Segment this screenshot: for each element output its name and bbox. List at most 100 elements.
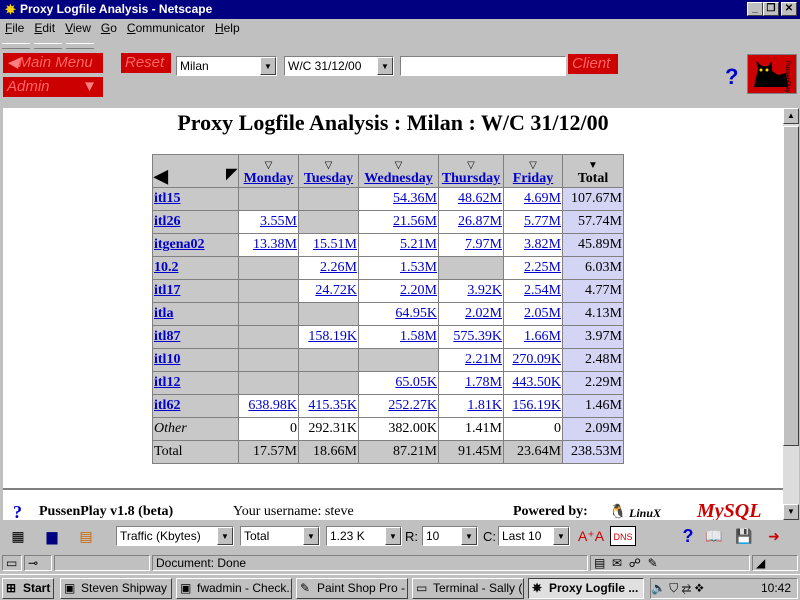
value-link[interactable]: 2.05M bbox=[524, 306, 561, 321]
value-link[interactable]: 2.02M bbox=[465, 306, 502, 321]
task-fwadmin[interactable]: ▣ fwadmin - Check... bbox=[176, 578, 292, 599]
value-link[interactable]: 2.54M bbox=[524, 283, 561, 298]
value-link[interactable]: 5.21M bbox=[400, 237, 437, 252]
column-total[interactable]: ▼ Total bbox=[563, 155, 623, 187]
font-size-icon[interactable]: A⁺A bbox=[578, 526, 604, 546]
column-tuesday[interactable]: ▽ Tuesday bbox=[299, 155, 358, 187]
host-link[interactable]: itl87 bbox=[154, 329, 180, 344]
menu-edit[interactable]: Edit bbox=[29, 19, 60, 37]
value-link[interactable]: 15.51M bbox=[313, 237, 357, 252]
mail-icon[interactable]: ✉ bbox=[612, 556, 622, 570]
value-link[interactable]: 1.78M bbox=[465, 375, 502, 390]
value-link[interactable]: 26.87M bbox=[458, 214, 502, 229]
rows-select[interactable]: 10 ▼ bbox=[422, 526, 478, 546]
exit-icon[interactable]: ➜ bbox=[764, 526, 784, 546]
menu-file[interactable]: File bbox=[0, 19, 29, 37]
metric-select[interactable]: Traffic (Kbytes) ▼ bbox=[116, 526, 234, 546]
column-monday[interactable]: ▽ Monday bbox=[239, 155, 298, 187]
bar-chart-icon[interactable]: ▆ bbox=[42, 526, 62, 546]
host-link[interactable]: itl26 bbox=[154, 214, 180, 229]
value-link[interactable]: 54.36M bbox=[393, 191, 437, 206]
minimize-button[interactable]: _ bbox=[747, 2, 763, 16]
resize-icon[interactable]: ◢ bbox=[752, 555, 798, 571]
value-link[interactable]: 2.25M bbox=[524, 260, 561, 275]
diagonal-arrow-icon[interactable]: ◤ bbox=[226, 166, 237, 183]
host-link[interactable]: itla bbox=[154, 306, 173, 321]
composer-icon[interactable]: ✎ bbox=[648, 556, 658, 570]
aggregate-select[interactable]: Total ▼ bbox=[240, 526, 320, 546]
client-input[interactable] bbox=[400, 56, 566, 76]
value-link[interactable]: 1.66M bbox=[524, 329, 561, 344]
value-link[interactable]: 3.92K bbox=[467, 283, 502, 298]
tray-app-icon[interactable]: ❖ bbox=[695, 581, 704, 595]
host-link[interactable]: itl12 bbox=[154, 375, 180, 390]
column-wednesday[interactable]: ▽ Wednesday bbox=[359, 155, 438, 187]
host-link[interactable]: itl17 bbox=[154, 283, 180, 298]
threshold-select[interactable]: 1.23 K ▼ bbox=[326, 526, 402, 546]
scroll-thumb[interactable] bbox=[783, 126, 799, 446]
value-link[interactable]: 3.55M bbox=[260, 214, 297, 229]
value-link[interactable]: 415.35K bbox=[308, 398, 357, 413]
volume-icon[interactable]: 🔈 bbox=[651, 581, 666, 595]
value-link[interactable]: 7.97M bbox=[465, 237, 502, 252]
start-button[interactable]: ⊞ Start bbox=[2, 578, 54, 599]
value-link[interactable]: 158.19K bbox=[308, 329, 357, 344]
host-link[interactable]: itl15 bbox=[154, 191, 180, 206]
value-link[interactable]: 1.81K bbox=[467, 398, 502, 413]
maximize-button[interactable]: ❐ bbox=[763, 2, 779, 16]
help-icon[interactable]: ? bbox=[13, 502, 22, 520]
value-link[interactable]: 443.50K bbox=[512, 375, 561, 390]
value-link[interactable]: 24.72K bbox=[315, 283, 357, 298]
table-view-icon[interactable]: ▦ bbox=[8, 526, 28, 546]
host-link[interactable]: 10.2 bbox=[154, 260, 179, 275]
book-icon[interactable]: 📖 bbox=[704, 526, 724, 546]
help-icon[interactable]: ? bbox=[725, 64, 738, 90]
security-icon[interactable]: ▭ bbox=[2, 555, 22, 571]
menu-help[interactable]: Help bbox=[210, 19, 245, 37]
value-link[interactable]: 2.21M bbox=[465, 352, 502, 367]
value-link[interactable]: 638.98K bbox=[248, 398, 297, 413]
value-link[interactable]: 252.27K bbox=[388, 398, 437, 413]
value-link[interactable]: 21.56M bbox=[393, 214, 437, 229]
value-link[interactable]: 1.58M bbox=[400, 329, 437, 344]
value-link[interactable]: 1.53M bbox=[400, 260, 437, 275]
value-link[interactable]: 2.20M bbox=[400, 283, 437, 298]
antivirus-icon[interactable]: ⛉ bbox=[669, 581, 678, 595]
client-button[interactable]: Client bbox=[568, 54, 618, 74]
groups-icon[interactable]: ☍ bbox=[629, 556, 641, 570]
value-link[interactable]: 13.38M bbox=[253, 237, 297, 252]
column-thursday[interactable]: ▽ Thursday bbox=[439, 155, 503, 187]
stacked-chart-icon[interactable]: ▤ bbox=[76, 526, 96, 546]
scroll-down-icon[interactable]: ▼ bbox=[783, 504, 799, 520]
left-arrow-icon[interactable]: ◀ bbox=[154, 166, 168, 186]
value-link[interactable]: 270.09K bbox=[512, 352, 561, 367]
help-icon[interactable]: ? bbox=[678, 526, 698, 546]
network-icon[interactable]: ⇄ bbox=[682, 581, 692, 595]
save-icon[interactable]: 💾 bbox=[734, 526, 754, 546]
value-link[interactable]: 3.82M bbox=[524, 237, 561, 252]
task-terminal[interactable]: ▭ Terminal - Sally (... bbox=[412, 578, 524, 599]
value-link[interactable]: 156.19K bbox=[512, 398, 561, 413]
value-link[interactable]: 48.62M bbox=[458, 191, 502, 206]
host-link[interactable]: itgena02 bbox=[154, 237, 205, 252]
menu-go[interactable]: Go bbox=[96, 19, 122, 37]
value-link[interactable]: 64.95K bbox=[395, 306, 437, 321]
value-link[interactable]: 65.05K bbox=[395, 375, 437, 390]
toolbar-grip[interactable] bbox=[0, 38, 130, 49]
task-steven-shipway[interactable]: ▣ Steven Shipway ... bbox=[60, 578, 172, 599]
value-link[interactable]: 575.39K bbox=[453, 329, 502, 344]
menu-communicator[interactable]: Communicator bbox=[122, 19, 210, 37]
host-link[interactable]: itl62 bbox=[154, 398, 180, 413]
reset-button[interactable]: Reset bbox=[121, 53, 171, 73]
site-select[interactable]: Milan ▼ bbox=[176, 56, 277, 76]
close-button[interactable]: ✕ bbox=[781, 2, 797, 16]
admin-button[interactable]: Admin ▼ bbox=[3, 77, 103, 97]
host-link[interactable]: itl10 bbox=[154, 352, 180, 367]
scroll-up-icon[interactable]: ▲ bbox=[783, 108, 799, 124]
dns-icon[interactable]: DNS bbox=[610, 526, 636, 546]
task-paint-shop-pro[interactable]: ✎Paint Shop Pro - ... bbox=[296, 578, 408, 599]
menu-view[interactable]: View bbox=[60, 19, 96, 37]
vertical-scrollbar[interactable]: ▲ ▼ bbox=[783, 108, 799, 520]
main-menu-button[interactable]: ◀Main Menu bbox=[3, 53, 103, 73]
column-friday[interactable]: ▽ Friday bbox=[504, 155, 562, 187]
